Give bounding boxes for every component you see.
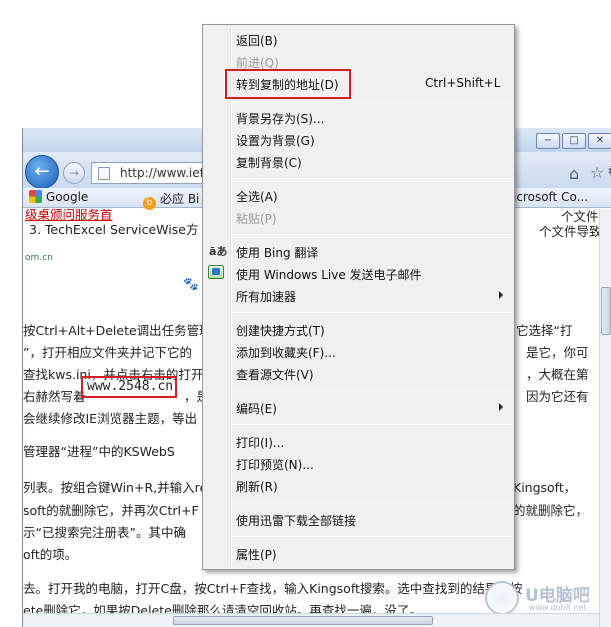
menu-separator — [232, 424, 512, 425]
menu-item-set-as-background[interactable]: 设置为背景(G) — [236, 132, 315, 149]
scroll-thumb[interactable] — [601, 287, 611, 335]
menu-separator — [232, 312, 512, 313]
watermark-logo-icon — [485, 581, 519, 615]
content-line: 会继续修改IE浏览器主题，等出 — [23, 411, 198, 426]
content-line: 管理器“进程”中的KSWebS — [23, 444, 175, 459]
menu-item-back[interactable]: 返回(B) — [236, 32, 278, 49]
maximize-button[interactable]: □ — [562, 133, 586, 149]
content-line: 3. TechExcel ServiceWise方 — [29, 222, 199, 237]
menu-item-highlight-box — [225, 69, 351, 99]
content-line: soft的就删除它，并再次Ctrl+F — [23, 503, 199, 518]
favorite-bing[interactable]: b 必应 Bi — [143, 190, 199, 210]
menu-item-print[interactable]: 打印(I)... — [236, 434, 284, 451]
favorite-google[interactable]: Google — [29, 190, 88, 204]
submenu-arrow-icon — [499, 291, 503, 299]
content-line: 列表。按组合键Win+R,并输入re — [23, 480, 208, 495]
paw-icon: 🐾 — [183, 276, 199, 291]
content-line: 因为它还有 — [526, 389, 589, 404]
menu-separator — [232, 536, 512, 537]
submenu-arrow-icon — [499, 403, 503, 411]
menu-item-view-source[interactable]: 查看源文件(V) — [236, 366, 314, 383]
content-line: 它选择“打 — [516, 323, 573, 338]
google-icon — [29, 190, 42, 203]
menu-item-windows-live-email[interactable]: 使用 Windows Live 发送电子邮件 — [236, 266, 422, 283]
content-line: 右赫然写着 — [23, 389, 86, 404]
menu-item-properties[interactable]: 属性(P) — [236, 546, 277, 563]
menu-item-copy-background[interactable]: 复制背景(C) — [236, 154, 302, 171]
menu-separator — [232, 234, 512, 235]
context-menu: 返回(B) 前进(Q) 转到复制的地址(D) Ctrl+Shift+L 背景另存… — [202, 24, 515, 570]
content-line: 按Ctrl+Alt+Delete调出任务管理 — [23, 323, 212, 338]
menu-item-add-to-favorites[interactable]: 添加到收藏夹(F)... — [236, 344, 336, 361]
menu-item-encoding[interactable]: 编码(E) — [236, 400, 277, 417]
back-button[interactable]: ← — [25, 155, 59, 189]
menu-separator — [232, 178, 512, 179]
content-line: 去。打开我的电脑，打开C盘，按Ctrl+F查找，输入Kingsoft搜索。选中查… — [23, 581, 523, 596]
arrow-right-icon: → — [68, 166, 80, 180]
forward-button[interactable]: → — [63, 162, 85, 184]
gear-icon[interactable]: ⚙ — [607, 162, 611, 182]
star-icon[interactable]: ☆ — [590, 163, 604, 182]
menu-item-create-shortcut[interactable]: 创建快捷方式(T) — [236, 322, 325, 339]
url-highlight-box — [81, 376, 177, 398]
home-icon[interactable]: ⌂ — [569, 164, 579, 183]
content-line: 是它，你可 — [526, 345, 589, 360]
watermark-url: www.dnb8.net — [529, 603, 587, 612]
menu-item-refresh[interactable]: 刷新(R) — [236, 478, 278, 495]
menu-item-select-all[interactable]: 全选(A) — [236, 188, 278, 205]
menu-separator — [232, 502, 512, 503]
content-line: oft的项。 — [23, 547, 78, 562]
menu-item-bing-translate[interactable]: 使用 Bing 翻译 — [236, 244, 318, 261]
email-icon — [208, 265, 224, 279]
menu-item-save-background[interactable]: 背景另存为(S)... — [236, 110, 324, 127]
favorite-microsoft[interactable]: icrosoft Co... — [513, 190, 588, 204]
content-line: 个文件导致 — [539, 224, 601, 239]
address-bar[interactable]: http://www.iefa — [91, 162, 211, 184]
content-line: 示“已搜索完注册表”。其中确 — [23, 525, 186, 540]
menu-separator — [232, 390, 512, 391]
content-line: Kingsoft， — [513, 480, 577, 495]
menu-item-all-accelerators[interactable]: 所有加速器 — [236, 288, 296, 305]
address-text[interactable]: http://www.iefa — [120, 166, 211, 180]
menu-item-print-preview[interactable]: 打印预览(N)... — [236, 456, 314, 473]
page-icon — [98, 167, 110, 180]
arrow-left-icon: ← — [34, 161, 50, 182]
scroll-thumb[interactable] — [173, 616, 433, 625]
content-line: 的就删除它， — [513, 503, 589, 518]
content-line: ，大概在第 — [526, 367, 589, 382]
menu-shortcut: Ctrl+Shift+L — [425, 76, 501, 90]
translate-icon: āあ — [209, 245, 228, 258]
menu-separator — [232, 102, 512, 103]
menu-item-paste: 粘贴(P) — [236, 212, 277, 226]
horizontal-scrollbar[interactable] — [23, 613, 599, 627]
menu-item-thunder-download-all[interactable]: 使用迅雷下载全部链接 — [236, 512, 356, 529]
vertical-scrollbar[interactable] — [599, 209, 611, 627]
minimize-button[interactable]: − — [536, 133, 560, 149]
close-button[interactable]: ✕ — [588, 133, 611, 149]
content-line: ”，打开相应文件夹并记下它的 — [23, 345, 192, 360]
content-url: om.cn — [25, 253, 53, 263]
